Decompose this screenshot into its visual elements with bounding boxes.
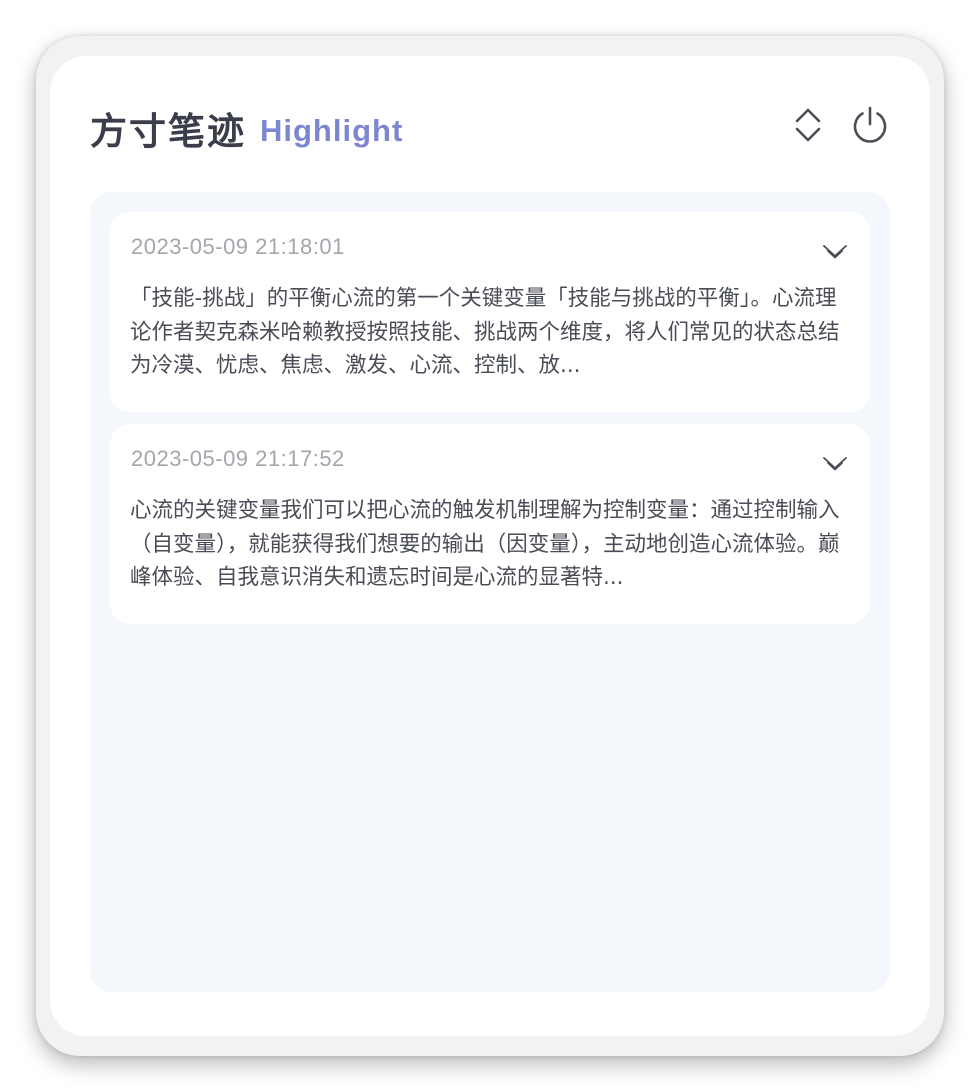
app-window: 方寸笔迹 Highlight 2023-05-09 21:18:01 「技能-挑… xyxy=(36,36,944,1056)
header: 方寸笔迹 Highlight xyxy=(90,100,403,156)
highlight-text: 心流的关键变量我们可以把心流的触发机制理解为控制变量：通过控制输入（自变量），就… xyxy=(130,498,840,590)
highlight-list: 2023-05-09 21:18:01 「技能-挑战」的平衡心流的第一个关键变量… xyxy=(90,192,890,992)
highlight-panel: 方寸笔迹 Highlight 2023-05-09 21:18:01 「技能-挑… xyxy=(50,56,930,1036)
power-button[interactable] xyxy=(848,103,892,147)
highlight-timestamp: 2023-05-09 21:18:01 xyxy=(131,234,345,259)
app-title: 方寸笔迹 xyxy=(90,110,246,153)
double-chevron-down-icon xyxy=(823,245,847,259)
list-item[interactable]: 2023-05-09 21:17:52 心流的关键变量我们可以把心流的触发机制理… xyxy=(110,424,870,624)
power-icon xyxy=(853,106,887,143)
expand-button[interactable] xyxy=(818,238,852,266)
expand-button[interactable] xyxy=(818,450,852,478)
list-item[interactable]: 2023-05-09 21:18:01 「技能-挑战」的平衡心流的第一个关键变量… xyxy=(110,212,870,412)
sort-button[interactable] xyxy=(786,103,830,147)
highlight-text: 「技能-挑战」的平衡心流的第一个关键变量「技能与挑战的平衡」。心流理论作者契克森… xyxy=(130,286,840,378)
double-chevron-down-icon xyxy=(823,457,847,471)
chevron-up-down-icon xyxy=(795,108,821,142)
app-subtitle: Highlight xyxy=(260,113,404,148)
highlight-timestamp: 2023-05-09 21:17:52 xyxy=(131,446,345,471)
